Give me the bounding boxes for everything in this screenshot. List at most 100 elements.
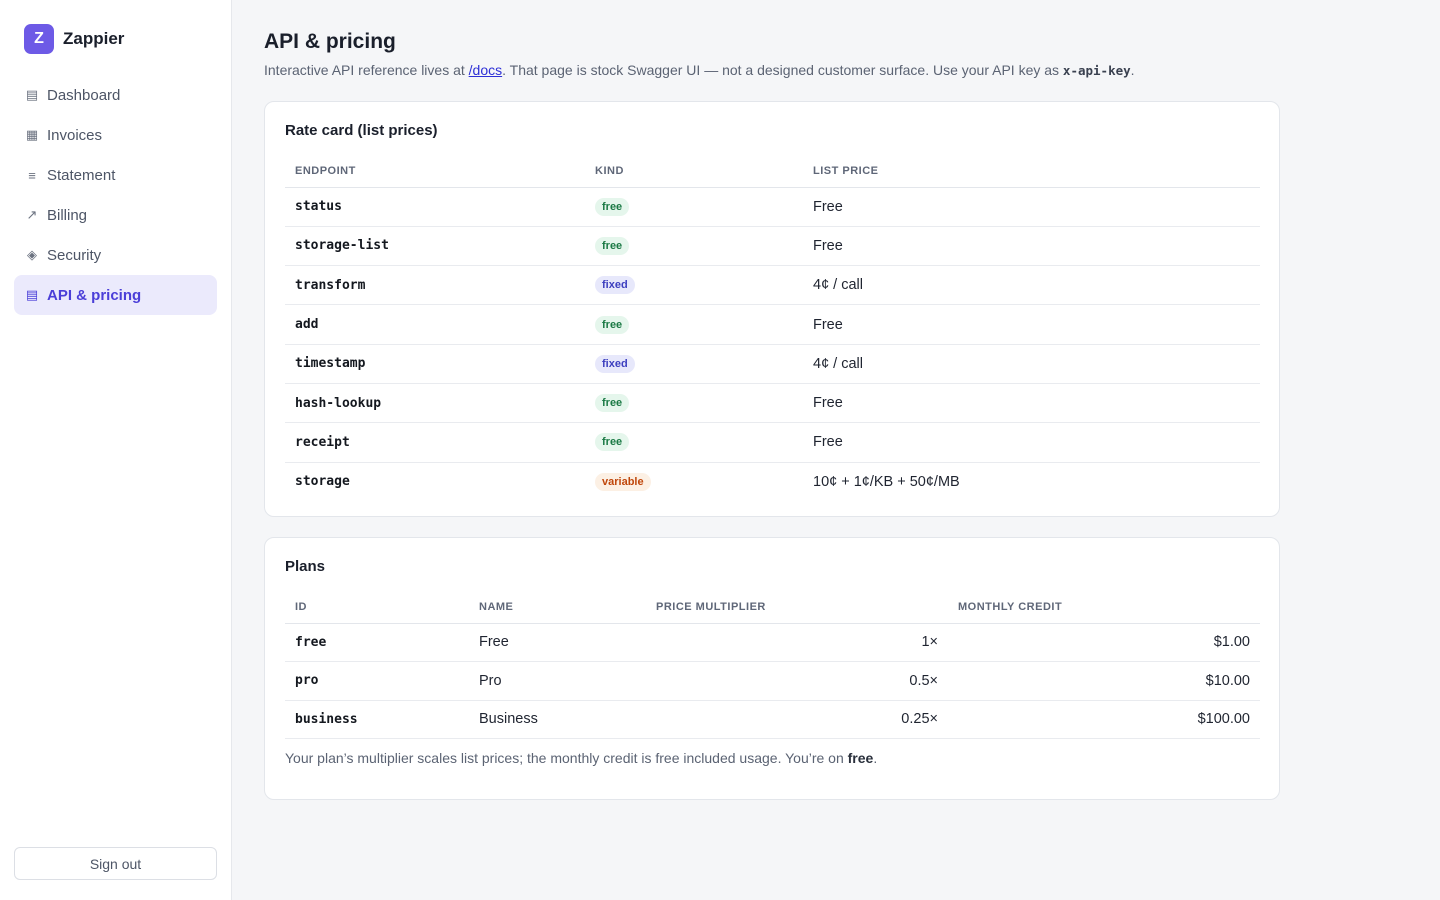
plan-credit-cell: $10.00 bbox=[948, 661, 1260, 701]
page-title: API & pricing bbox=[264, 30, 396, 53]
column-header-name: NAME bbox=[469, 591, 646, 624]
page-subtitle: Interactive API reference lives at /docs… bbox=[264, 62, 1135, 78]
sidebar-item-dashboard[interactable]: ▤ Dashboard bbox=[14, 75, 217, 115]
subtitle-text: . That page is stock Swagger UI — not a … bbox=[502, 62, 1063, 78]
plan-multiplier-cell: 0.5× bbox=[646, 661, 948, 701]
sign-out-button[interactable]: Sign out bbox=[14, 847, 217, 880]
table-row: free Free 1× $1.00 bbox=[285, 623, 1260, 662]
kind-cell: fixed bbox=[585, 265, 803, 306]
rate-card-title: Rate card (list prices) bbox=[285, 122, 438, 139]
kind-cell: variable bbox=[585, 462, 803, 501]
column-header-list-price: LIST PRICE bbox=[803, 155, 1260, 188]
sidebar-item-label: Security bbox=[47, 246, 102, 264]
kind-badge: fixed bbox=[595, 276, 635, 295]
table-header-row: ENDPOINT KIND LIST PRICE bbox=[285, 155, 1260, 188]
statement-icon: ≡ bbox=[28, 167, 36, 183]
endpoint-cell: storage-list bbox=[285, 226, 585, 267]
endpoint-cell: add bbox=[285, 304, 585, 345]
kind-cell: free bbox=[585, 422, 803, 463]
column-header-price-multiplier: PRICE MULTIPLIER bbox=[646, 591, 948, 624]
plan-credit-cell: $100.00 bbox=[948, 700, 1260, 739]
brand-logo: Z bbox=[24, 24, 54, 54]
billing-icon: ↗ bbox=[26, 207, 38, 222]
plan-name-cell: Free bbox=[469, 623, 646, 662]
sidebar-item-label: API & pricing bbox=[47, 286, 142, 304]
column-header-kind: KIND bbox=[585, 155, 803, 188]
endpoint-cell: transform bbox=[285, 265, 585, 306]
sidebar-item-api-pricing[interactable]: ▤ API & pricing bbox=[14, 275, 217, 315]
price-cell: Free bbox=[803, 422, 1260, 463]
kind-badge: free bbox=[595, 197, 630, 216]
kind-cell: free bbox=[585, 226, 803, 267]
plan-id-cell: business bbox=[285, 700, 469, 739]
subtitle-text: . bbox=[1130, 62, 1135, 78]
table-row: receipt free Free bbox=[285, 422, 1260, 463]
api-icon: ▤ bbox=[25, 287, 39, 302]
table-row: add free Free bbox=[285, 304, 1260, 345]
column-header-monthly-credit: MONTHLY CREDIT bbox=[948, 591, 1260, 624]
sidebar-item-statement[interactable]: ≡ Statement bbox=[14, 155, 217, 195]
plan-id-cell: pro bbox=[285, 661, 469, 701]
table-row: storage variable 10¢ + 1¢/KB + 50¢/MB bbox=[285, 462, 1260, 501]
kind-cell: free bbox=[585, 383, 803, 424]
table-row: timestamp fixed 4¢ / call bbox=[285, 344, 1260, 384]
rate-card: Rate card (list prices) ENDPOINT KIND LI… bbox=[264, 101, 1280, 517]
plan-id-cell: free bbox=[285, 623, 469, 662]
plans-table: ID NAME PRICE MULTIPLIER MONTHLY CREDIT … bbox=[285, 591, 1260, 739]
current-plan: free bbox=[847, 750, 874, 766]
plan-credit-cell: $1.00 bbox=[948, 623, 1260, 662]
kind-badge: free bbox=[595, 236, 630, 255]
kind-cell: fixed bbox=[585, 344, 803, 384]
kind-badge: variable bbox=[595, 472, 651, 491]
sidebar-item-security[interactable]: ◈ Security bbox=[14, 235, 217, 275]
table-row: status free Free bbox=[285, 187, 1260, 227]
table-header-row: ID NAME PRICE MULTIPLIER MONTHLY CREDIT bbox=[285, 591, 1260, 624]
plan-multiplier-cell: 0.25× bbox=[646, 700, 948, 739]
security-icon: ◈ bbox=[27, 247, 37, 262]
sidebar-item-invoices[interactable]: ▦ Invoices bbox=[14, 115, 217, 155]
api-key-header-name: x-api-key bbox=[1062, 63, 1131, 78]
sidebar-item-label: Billing bbox=[47, 206, 88, 224]
price-cell: 4¢ / call bbox=[803, 344, 1260, 384]
endpoint-cell: receipt bbox=[285, 422, 585, 463]
plan-name-cell: Business bbox=[469, 700, 646, 739]
kind-badge: free bbox=[595, 315, 630, 334]
sidebar-item-label: Invoices bbox=[47, 126, 103, 144]
brand-name: Zappier bbox=[63, 29, 125, 48]
footnote-text: . bbox=[873, 750, 878, 766]
price-cell: 4¢ / call bbox=[803, 265, 1260, 306]
column-header-endpoint: ENDPOINT bbox=[285, 155, 585, 188]
table-row: business Business 0.25× $100.00 bbox=[285, 700, 1260, 739]
plan-name-cell: Pro bbox=[469, 661, 646, 701]
table-row: pro Pro 0.5× $10.00 bbox=[285, 661, 1260, 701]
price-cell: Free bbox=[803, 187, 1260, 227]
price-cell: Free bbox=[803, 304, 1260, 345]
table-row: hash-lookup free Free bbox=[285, 383, 1260, 424]
kind-badge: free bbox=[595, 433, 630, 452]
endpoint-cell: status bbox=[285, 187, 585, 227]
column-header-id: ID bbox=[285, 591, 469, 624]
subtitle-text: Interactive API reference lives at bbox=[264, 62, 469, 78]
price-cell: 10¢ + 1¢/KB + 50¢/MB bbox=[813, 473, 960, 490]
endpoint-cell: hash-lookup bbox=[285, 383, 585, 424]
price-cell: Free bbox=[803, 383, 1260, 424]
kind-cell: free bbox=[585, 304, 803, 345]
invoices-icon: ▦ bbox=[25, 127, 39, 142]
plans-title: Plans bbox=[285, 558, 326, 575]
endpoint-cell: storage bbox=[295, 474, 350, 490]
plans-card: Plans ID NAME PRICE MULTIPLIER MONTHLY C… bbox=[264, 537, 1280, 800]
plans-footnote: Your plan’s multiplier scales list price… bbox=[285, 750, 877, 766]
table-row: storage-list free Free bbox=[285, 226, 1260, 267]
price-cell: Free bbox=[803, 226, 1260, 267]
dashboard-icon: ▤ bbox=[25, 87, 39, 102]
brand[interactable]: Z Zappier bbox=[24, 24, 124, 54]
sidebar-item-billing[interactable]: ↗ Billing bbox=[14, 195, 217, 235]
endpoint-cell: timestamp bbox=[285, 344, 585, 384]
kind-badge: fixed bbox=[595, 354, 635, 373]
kind-badge: free bbox=[595, 394, 630, 413]
sidebar-item-label: Statement bbox=[47, 166, 116, 184]
sidebar-item-label: Dashboard bbox=[47, 86, 121, 104]
docs-link[interactable]: /docs bbox=[469, 62, 502, 78]
table-row: transform fixed 4¢ / call bbox=[285, 265, 1260, 306]
plan-multiplier-cell: 1× bbox=[646, 623, 948, 662]
